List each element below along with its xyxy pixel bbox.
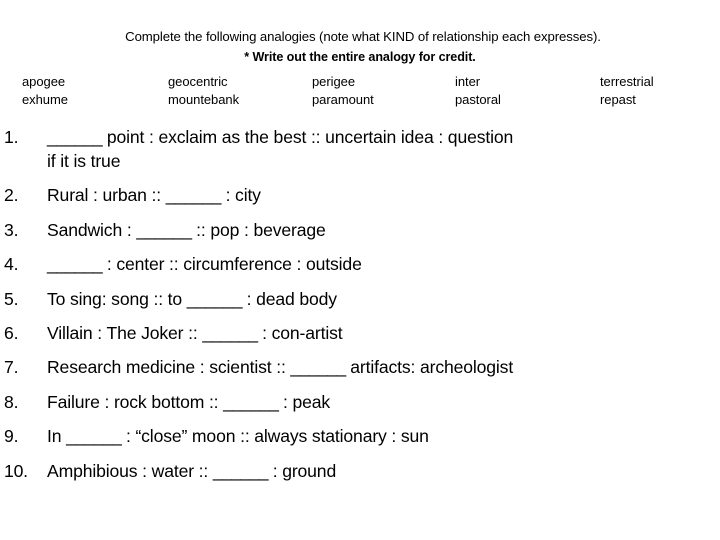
question-line: Research medicine : scientist :: ______ … [47, 357, 514, 378]
question-line: Rural : urban :: ______ : city [47, 185, 261, 206]
question-line: Failure : rock bottom :: ______ : peak [47, 391, 331, 412]
answer-blank[interactable]: ______ [202, 323, 258, 343]
question-number: 7. [4, 357, 19, 378]
word-bank-entry: mountebank [168, 92, 240, 107]
question-line: Villain : The Joker :: ______ : con-arti… [47, 322, 343, 343]
answer-blank[interactable]: ______ [47, 254, 103, 274]
question-body: Rural : urban :: ______ : city [47, 183, 720, 207]
question-line: ______ point : exclaim as the best :: un… [47, 127, 514, 147]
answer-blank[interactable]: ______ [213, 461, 269, 481]
analogy-question: 2. Rural : urban :: ______ : city [4, 183, 720, 207]
question-body: In ______ : “close” moon :: always stati… [47, 424, 720, 448]
credit-note-text: * Write out the entire analogy for credi… [244, 50, 476, 64]
word-bank-entry: perigee [312, 74, 356, 89]
word-bank-entry: terrestrial [600, 74, 654, 89]
question-line: if it is true [47, 151, 121, 171]
analogy-question-list: 1. ______ point : exclaim as the best :: … [0, 125, 720, 483]
answer-blank[interactable]: ______ [66, 426, 122, 446]
question-body: Amphibious : water :: ______ : ground [47, 459, 720, 483]
word-bank-entry: exhume [22, 92, 68, 107]
analogy-question: 8. Failure : rock bottom :: ______ : peak [4, 390, 720, 414]
question-line: In ______ : “close” moon :: always stati… [47, 426, 429, 447]
word-bank: apogee geocentric perigee inter terrestrial e… [0, 73, 720, 109]
question-body: Sandwich : ______ :: pop : beverage [47, 218, 720, 242]
word-bank-entry: paramount [312, 92, 374, 107]
answer-blank[interactable]: ______ [136, 220, 192, 240]
question-line: Amphibious : water :: ______ : ground [47, 460, 337, 481]
word-bank-entry: repast [600, 92, 636, 107]
worksheet-page: Complete the following analogies (note w… [0, 0, 720, 540]
word-bank-entry: geocentric [168, 74, 228, 89]
analogy-question: 7. Research medicine : scientist :: _____… [4, 355, 720, 379]
question-line: To sing: song :: to ______ : dead body [47, 288, 337, 309]
answer-blank[interactable]: ______ [223, 392, 279, 412]
question-number: 5. [4, 288, 19, 309]
question-number: 4. [4, 254, 19, 275]
question-number: 9. [4, 426, 19, 447]
analogy-question: 4. ______ : center :: circumference : out… [4, 252, 720, 276]
answer-blank[interactable]: ______ [187, 289, 243, 309]
question-number: 2. [4, 185, 19, 206]
question-line: Sandwich : ______ :: pop : beverage [47, 219, 326, 240]
question-body: Failure : rock bottom :: ______ : peak [47, 390, 720, 414]
analogy-question: 1. ______ point : exclaim as the best :: … [4, 125, 720, 173]
question-body: Research medicine : scientist :: ______ … [47, 355, 720, 379]
instruction-text: Complete the following analogies (note w… [125, 29, 601, 44]
word-bank-entry: inter [455, 74, 481, 89]
question-body: ______ point : exclaim as the best :: un… [47, 125, 720, 173]
answer-blank[interactable]: ______ [290, 357, 346, 377]
answer-blank[interactable]: ______ [166, 185, 222, 205]
question-number: 3. [4, 219, 19, 240]
question-line: ______ : center :: circumference : outsi… [47, 254, 362, 275]
analogy-question: 5. To sing: song :: to ______ : dead body [4, 287, 720, 311]
question-body: ______ : center :: circumference : outsi… [47, 252, 720, 276]
question-body: To sing: song :: to ______ : dead body [47, 287, 720, 311]
analogy-question: 10. Amphibious : water :: ______ : ground [4, 459, 720, 483]
question-number: 10. [4, 460, 28, 481]
analogy-question: 6. Villain : The Joker :: ______ : con-ar… [4, 321, 720, 345]
question-number: 8. [4, 391, 19, 412]
word-bank-entry: apogee [22, 74, 66, 89]
analogy-question: 3. Sandwich : ______ :: pop : beverage [4, 218, 720, 242]
worksheet-header: Complete the following analogies (note w… [0, 0, 720, 66]
question-number: 1. [4, 127, 19, 147]
question-body: Villain : The Joker :: ______ : con-arti… [47, 321, 720, 345]
question-number: 6. [4, 322, 19, 343]
word-bank-entry: pastoral [455, 92, 501, 107]
answer-blank[interactable]: ______ [47, 127, 103, 147]
analogy-question: 9. In ______ : “close” moon :: always sta… [4, 424, 720, 448]
